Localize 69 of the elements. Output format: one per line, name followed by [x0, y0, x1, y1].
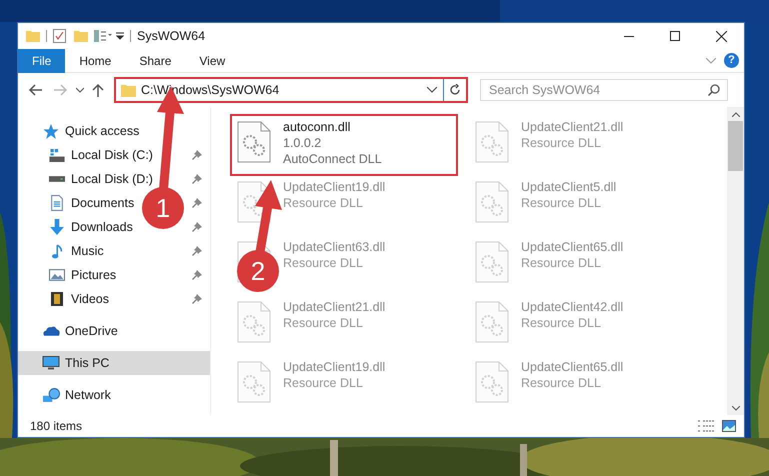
search-icon[interactable] [708, 84, 720, 96]
nav-item[interactable]: Network [65, 386, 111, 404]
help-button[interactable]: ? [724, 53, 739, 68]
scroll-thumb[interactable] [728, 121, 743, 171]
nav-item[interactable]: OneDrive [65, 322, 118, 340]
dll-file-icon [475, 121, 509, 163]
star-icon [43, 124, 59, 138]
download-icon [50, 219, 64, 235]
nav-item[interactable]: Videos [71, 290, 109, 308]
window-title: SysWOW64 [137, 28, 206, 45]
properties-icon[interactable] [94, 30, 112, 42]
large-icons-view-icon[interactable] [722, 420, 736, 432]
file-detail: Resource DLL [283, 195, 363, 211]
refresh-icon[interactable] [449, 84, 461, 96]
ribbon-tab[interactable]: View [185, 48, 240, 72]
ribbon-tab[interactable]: Home [65, 48, 126, 72]
drive-icon [49, 176, 65, 182]
file-detail: Resource DLL [521, 375, 601, 391]
file-detail: Resource DLL [283, 375, 363, 391]
file-detail: Resource DLL [283, 255, 363, 271]
nav-item[interactable]: Music [71, 242, 104, 260]
back-arrow-icon[interactable] [28, 84, 42, 96]
ribbon-tab[interactable]: Share [125, 48, 186, 72]
dll-file-icon [475, 181, 509, 223]
dll-file-icon [237, 121, 271, 163]
folder-icon [121, 84, 136, 96]
checklist-icon[interactable] [53, 29, 66, 43]
nav-item[interactable]: Quick access [65, 122, 140, 140]
nav-item[interactable]: Local Disk (D:) [71, 170, 153, 188]
maximize-icon [670, 31, 680, 41]
scroll-up-icon[interactable] [732, 112, 740, 117]
scroll-down-icon[interactable] [732, 406, 740, 411]
nav-item[interactable]: This PC [65, 354, 110, 372]
dropdown-icon[interactable] [427, 87, 437, 93]
recent-dropdown-icon[interactable] [76, 87, 84, 93]
file-detail: 1.0.0.2 [283, 135, 322, 151]
vertical-scrollbar[interactable] [727, 107, 744, 415]
monitor-icon [42, 356, 60, 370]
picture-icon [49, 269, 65, 281]
nav-item[interactable]: Downloads [71, 218, 133, 236]
network-icon [42, 388, 60, 402]
film-icon [51, 292, 63, 306]
up-arrow-icon[interactable] [92, 83, 104, 97]
dll-file-icon [475, 301, 509, 343]
music-note-icon [52, 244, 62, 258]
file-detail: Resource DLL [521, 135, 601, 151]
file-detail: AutoConnect DLL [283, 151, 382, 167]
ribbon-tab[interactable]: File [18, 48, 66, 72]
item-count: 180 items [30, 418, 82, 435]
file-name[interactable]: autoconn.dll [283, 119, 350, 135]
file-detail: Resource DLL [283, 315, 363, 331]
expand-ribbon-icon[interactable] [706, 58, 716, 64]
dll-file-icon [475, 241, 509, 283]
dll-file-icon [237, 301, 271, 343]
close-icon [716, 30, 726, 42]
cloud-icon [42, 326, 60, 336]
search-field[interactable]: Search SysWOW64 [480, 79, 728, 101]
details-view-icon[interactable] [698, 420, 714, 432]
customize-arrow-icon[interactable] [116, 32, 124, 40]
nav-item[interactable]: Documents [71, 194, 134, 212]
file-detail: Resource DLL [521, 315, 601, 331]
file-detail: Resource DLL [521, 255, 601, 271]
dll-file-icon [475, 361, 509, 403]
nav-item[interactable]: Local Disk (C:) [71, 146, 153, 164]
nav-item[interactable]: Pictures [71, 266, 116, 284]
document-icon [51, 195, 63, 211]
file-detail: Resource DLL [521, 195, 601, 211]
dll-file-icon [237, 361, 271, 403]
drive-icon [49, 148, 65, 162]
